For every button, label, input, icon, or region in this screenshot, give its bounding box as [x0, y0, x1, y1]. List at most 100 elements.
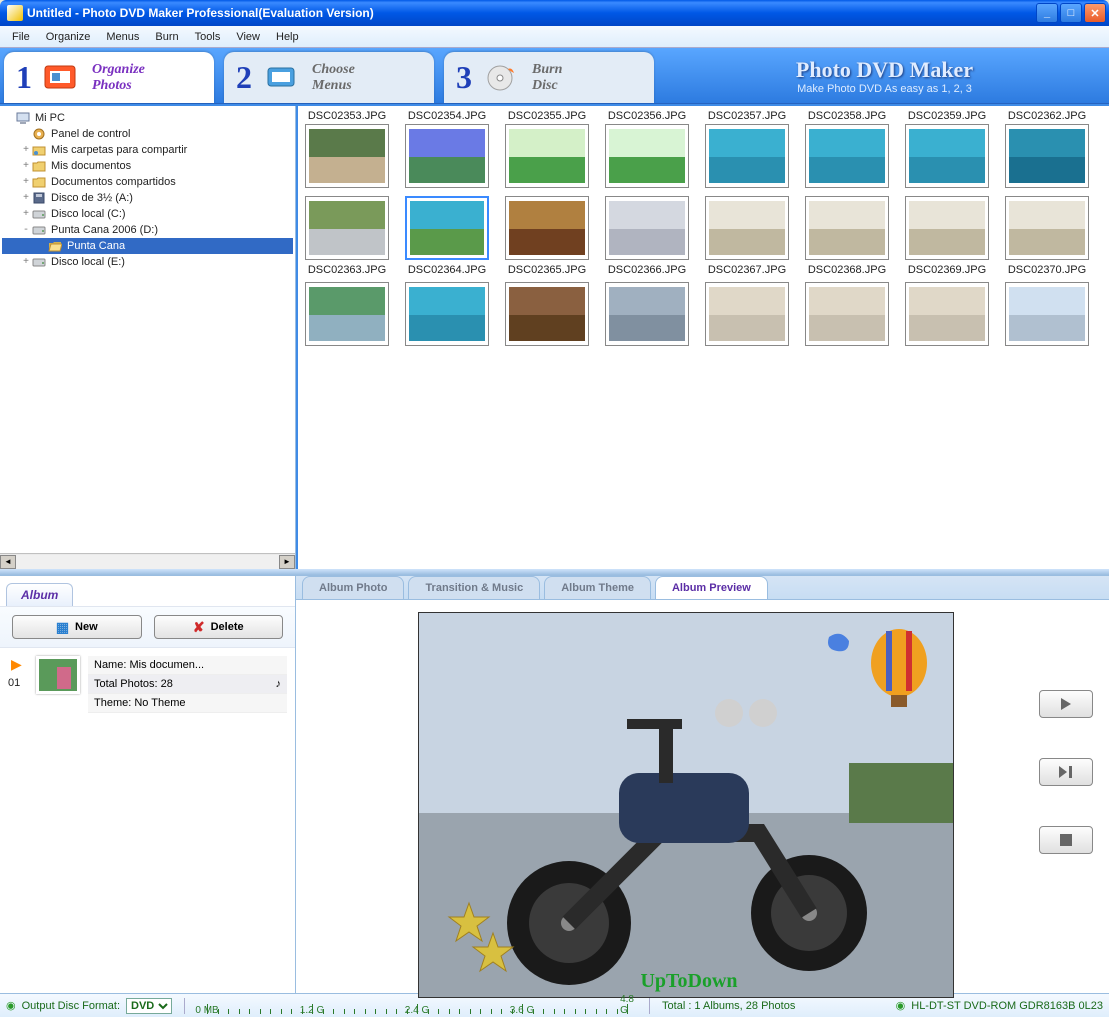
thumbnail[interactable]: DSC02358.JPG	[800, 110, 894, 192]
thumbnail-frame[interactable]	[405, 196, 489, 260]
thumbnail[interactable]: DSC02354.JPG	[400, 110, 494, 192]
thumbnail-frame[interactable]	[405, 124, 489, 188]
drive-label: HL-DT-ST DVD-ROM GDR8163B 0L23	[911, 1000, 1103, 1012]
thumbnail-frame[interactable]	[505, 282, 589, 346]
thumbnail-frame[interactable]	[705, 196, 789, 260]
floppy-icon	[32, 191, 48, 205]
step-tab-menus[interactable]: 2 ChooseMenus	[224, 52, 434, 103]
tree-toggle-icon[interactable]: +	[20, 145, 32, 156]
thumbnail-frame[interactable]	[905, 196, 989, 260]
thumbnail[interactable]: DSC02359.JPG	[900, 110, 994, 192]
tab-album-theme[interactable]: Album Theme	[544, 576, 651, 599]
thumbnail[interactable]: DSC02355.JPG	[500, 110, 594, 192]
tree-item[interactable]: +Disco de 3½ (A:)	[2, 190, 293, 206]
step-tab-organize[interactable]: 1 OrganizePhotos	[4, 52, 214, 103]
output-format-select[interactable]: DVD	[126, 998, 172, 1014]
delete-album-button[interactable]: ✘ Delete	[154, 615, 284, 639]
tree-item[interactable]: -Punta Cana 2006 (D:)	[2, 222, 293, 238]
thumbnail-frame[interactable]	[905, 282, 989, 346]
thumbnail-frame[interactable]	[505, 124, 589, 188]
thumbnail[interactable]: DSC02363.JPG	[300, 196, 394, 278]
tree-item[interactable]: +Mis documentos	[2, 158, 293, 174]
tree-item[interactable]: +Disco local (C:)	[2, 206, 293, 222]
close-button[interactable]: ✕	[1084, 3, 1106, 23]
tree-toggle-icon[interactable]: +	[20, 161, 32, 172]
thumbnail-frame[interactable]	[805, 282, 889, 346]
thumbnail[interactable]: DSC02370.JPG	[1000, 196, 1094, 278]
step-button[interactable]	[1039, 758, 1093, 786]
menu-burn[interactable]: Burn	[147, 29, 186, 45]
tab-album-photo[interactable]: Album Photo	[302, 576, 404, 599]
thumbnail-frame[interactable]	[605, 282, 689, 346]
thumbnails-pane[interactable]: DSC02353.JPGDSC02354.JPGDSC02355.JPGDSC0…	[296, 106, 1109, 569]
thumbnail[interactable]: DSC02365.JPG	[500, 196, 594, 278]
folder-tree[interactable]: Mi PCPanel de control+Mis carpetas para …	[0, 106, 295, 553]
tree-toggle-icon[interactable]: +	[20, 209, 32, 220]
thumbnail[interactable]: DSC02366.JPG	[600, 196, 694, 278]
tree-item[interactable]: Punta Cana	[2, 238, 293, 254]
thumbnail[interactable]	[400, 282, 494, 350]
minimize-button[interactable]: _	[1036, 3, 1058, 23]
thumbnail-frame[interactable]	[1005, 196, 1089, 260]
thumbnail[interactable]: DSC02367.JPG	[700, 196, 794, 278]
stop-button[interactable]	[1039, 826, 1093, 854]
thumbnail[interactable]	[900, 282, 994, 350]
thumbnail[interactable]: DSC02364.JPG	[400, 196, 494, 278]
tree-item[interactable]: Mi PC	[2, 110, 293, 126]
menu-menus[interactable]: Menus	[98, 29, 147, 45]
menu-view[interactable]: View	[228, 29, 268, 45]
thumbnail[interactable]: DSC02369.JPG	[900, 196, 994, 278]
thumbnail-frame[interactable]	[405, 282, 489, 346]
thumbnail[interactable]	[500, 282, 594, 350]
step-tab-burn[interactable]: 3 BurnDisc	[444, 52, 654, 103]
thumbnail-frame[interactable]	[705, 282, 789, 346]
thumbnail-frame[interactable]	[905, 124, 989, 188]
tree-toggle-icon[interactable]: +	[20, 193, 32, 204]
album-list: ▶ 01 Name: Mis documen... Total Photos: …	[0, 648, 295, 993]
thumbnail-frame[interactable]	[505, 196, 589, 260]
scroll-right-icon[interactable]: ►	[279, 555, 295, 569]
tree-toggle-icon[interactable]: -	[20, 225, 32, 236]
tab-transition-music[interactable]: Transition & Music	[408, 576, 540, 599]
play-button[interactable]	[1039, 690, 1093, 718]
thumbnail[interactable]: DSC02368.JPG	[800, 196, 894, 278]
tree-toggle-icon[interactable]: +	[20, 257, 32, 268]
thumbnail-frame[interactable]	[1005, 124, 1089, 188]
thumbnail[interactable]	[600, 282, 694, 350]
new-album-button[interactable]: ▦ New	[12, 615, 142, 639]
thumbnail-frame[interactable]	[305, 282, 389, 346]
maximize-button[interactable]: □	[1060, 3, 1082, 23]
thumbnail-frame[interactable]	[305, 196, 389, 260]
album-tab[interactable]: Album	[6, 583, 73, 606]
tree-toggle-icon[interactable]: +	[20, 177, 32, 188]
thumbnail-frame[interactable]	[605, 124, 689, 188]
thumbnail-frame[interactable]	[705, 124, 789, 188]
scroll-left-icon[interactable]: ◄	[0, 555, 16, 569]
menu-organize[interactable]: Organize	[38, 29, 99, 45]
album-item[interactable]: ▶ 01 Name: Mis documen... Total Photos: …	[8, 656, 287, 713]
thumbnail[interactable]: DSC02362.JPG	[1000, 110, 1094, 192]
thumbnail-frame[interactable]	[605, 196, 689, 260]
tree-hscroll[interactable]: ◄ ►	[0, 553, 295, 569]
tab-album-preview[interactable]: Album Preview	[655, 576, 768, 599]
tree-item[interactable]: +Mis carpetas para compartir	[2, 142, 293, 158]
tree-item[interactable]: +Documentos compartidos	[2, 174, 293, 190]
thumbnail[interactable]: DSC02356.JPG	[600, 110, 694, 192]
thumbnail[interactable]: DSC02353.JPG	[300, 110, 394, 192]
thumbnail[interactable]: DSC02357.JPG	[700, 110, 794, 192]
menu-file[interactable]: File	[4, 29, 38, 45]
thumbnail[interactable]	[700, 282, 794, 350]
thumbnail-frame[interactable]	[305, 124, 389, 188]
output-format-label: Output Disc Format:	[22, 1000, 120, 1012]
menu-help[interactable]: Help	[268, 29, 307, 45]
thumbnail[interactable]	[300, 282, 394, 350]
tree-item[interactable]: +Disco local (E:)	[2, 254, 293, 270]
tree-item[interactable]: Panel de control	[2, 126, 293, 142]
thumbnail[interactable]	[1000, 282, 1094, 350]
thumbnail[interactable]	[800, 282, 894, 350]
thumbnail-frame[interactable]	[805, 124, 889, 188]
thumbnail-frame[interactable]	[805, 196, 889, 260]
menu-tools[interactable]: Tools	[187, 29, 229, 45]
thumbnail-frame[interactable]	[1005, 282, 1089, 346]
scroll-track[interactable]	[16, 555, 279, 569]
